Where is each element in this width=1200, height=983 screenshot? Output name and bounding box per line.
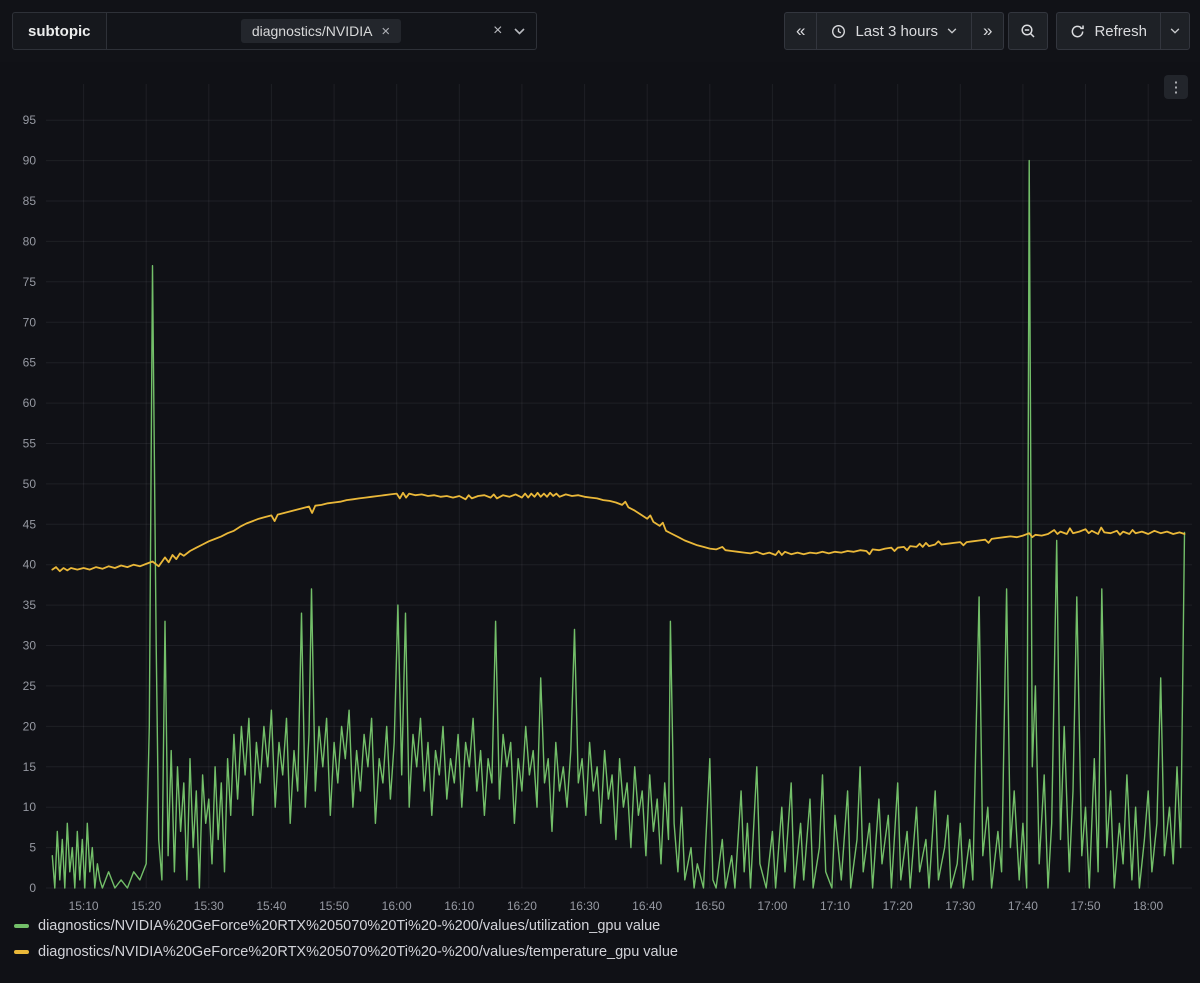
chart-legend: diagnostics/NVIDIA%20GeForce%20RTX%20507… <box>14 918 678 960</box>
x-tick-label: 16:30 <box>570 899 600 913</box>
x-tick-label: 17:40 <box>1008 899 1038 913</box>
y-tick-label: 20 <box>23 719 37 733</box>
x-tick-label: 15:30 <box>194 899 224 913</box>
refresh-label: Refresh <box>1094 23 1147 40</box>
legend-label: diagnostics/NVIDIA%20GeForce%20RTX%20507… <box>38 918 660 934</box>
variable-label: subtopic <box>12 12 107 50</box>
variable-chip[interactable]: diagnostics/NVIDIA × <box>241 19 401 43</box>
x-tick-label: 15:20 <box>131 899 161 913</box>
time-range-label: Last 3 hours <box>855 23 938 40</box>
x-tick-label: 16:00 <box>382 899 412 913</box>
y-tick-label: 75 <box>23 275 37 289</box>
x-tick-label: 17:30 <box>945 899 975 913</box>
y-tick-label: 15 <box>23 760 37 774</box>
x-tick-label: 16:20 <box>507 899 537 913</box>
time-shift-back-button[interactable]: « <box>784 12 817 50</box>
y-tick-label: 55 <box>23 437 37 451</box>
refresh-split-button: Refresh <box>1056 12 1190 50</box>
y-tick-label: 95 <box>23 113 37 127</box>
temperature-gpu-line <box>52 493 1184 571</box>
timeseries-panel: ⋮ 15:10 15:20 15:30 15:40 15:50 16:00 16:10 16:… <box>0 62 1200 983</box>
legend-swatch-icon <box>14 950 29 954</box>
x-tick-label: 16:50 <box>695 899 725 913</box>
panel-menu-button[interactable]: ⋮ <box>1164 75 1188 99</box>
chip-remove-icon[interactable]: × <box>381 24 390 39</box>
zoom-out-button[interactable] <box>1008 12 1048 50</box>
variable-selector: subtopic diagnostics/NVIDIA × × <box>12 12 537 50</box>
y-tick-label: 40 <box>23 558 37 572</box>
y-tick-label: 85 <box>23 194 37 208</box>
x-tick-label: 15:10 <box>69 899 99 913</box>
y-tick-label: 60 <box>23 396 37 410</box>
y-tick-label: 65 <box>23 356 37 370</box>
refresh-button[interactable]: Refresh <box>1056 12 1160 50</box>
clock-icon <box>831 24 846 39</box>
y-tick-label: 0 <box>29 881 36 895</box>
x-tick-label: 16:40 <box>632 899 662 913</box>
y-tick-label: 70 <box>23 315 37 329</box>
variable-chip-label: diagnostics/NVIDIA <box>252 23 373 39</box>
y-tick-label: 90 <box>23 154 37 168</box>
dashboard-toolbar: subtopic diagnostics/NVIDIA × × « Last 3… <box>0 0 1200 62</box>
y-tick-label: 30 <box>23 639 37 653</box>
y-tick-label: 50 <box>23 477 37 491</box>
chevron-down-icon <box>947 28 957 34</box>
y-tick-label: 25 <box>23 679 37 693</box>
y-tick-label: 10 <box>23 800 37 814</box>
variable-picker[interactable]: diagnostics/NVIDIA × × <box>107 12 537 50</box>
refresh-interval-dropdown[interactable] <box>1160 12 1190 50</box>
refresh-icon <box>1070 24 1085 39</box>
x-tick-label: 17:50 <box>1070 899 1100 913</box>
zoom-out-icon <box>1020 23 1036 39</box>
y-tick-label: 5 <box>29 841 36 855</box>
chevron-down-icon <box>1170 28 1180 34</box>
x-tick-label: 17:20 <box>883 899 913 913</box>
legend-item[interactable]: diagnostics/NVIDIA%20GeForce%20RTX%20507… <box>14 944 678 960</box>
x-tick-label: 16:10 <box>444 899 474 913</box>
variable-picker-tools: × <box>493 23 524 39</box>
x-tick-label: 17:10 <box>820 899 850 913</box>
time-controls: « Last 3 hours » Refresh <box>784 12 1190 50</box>
legend-label: diagnostics/NVIDIA%20GeForce%20RTX%20507… <box>38 944 678 960</box>
y-tick-label: 35 <box>23 598 37 612</box>
x-tick-label: 17:00 <box>757 899 787 913</box>
timeseries-chart[interactable]: 15:10 15:20 15:30 15:40 15:50 16:00 16:10 16:20… <box>0 62 1200 920</box>
y-tick-label: 80 <box>23 234 37 248</box>
time-range-picker-button[interactable]: Last 3 hours <box>817 12 972 50</box>
x-tick-label: 18:00 <box>1133 899 1163 913</box>
legend-swatch-icon <box>14 924 29 928</box>
time-shift-forward-button[interactable]: » <box>972 12 1004 50</box>
y-tick-label: 45 <box>23 517 37 531</box>
legend-item[interactable]: diagnostics/NVIDIA%20GeForce%20RTX%20507… <box>14 918 678 934</box>
clear-selection-icon[interactable]: × <box>493 23 502 39</box>
chevron-down-icon[interactable] <box>514 28 525 35</box>
x-tick-label: 15:40 <box>256 899 286 913</box>
x-tick-label: 15:50 <box>319 899 349 913</box>
